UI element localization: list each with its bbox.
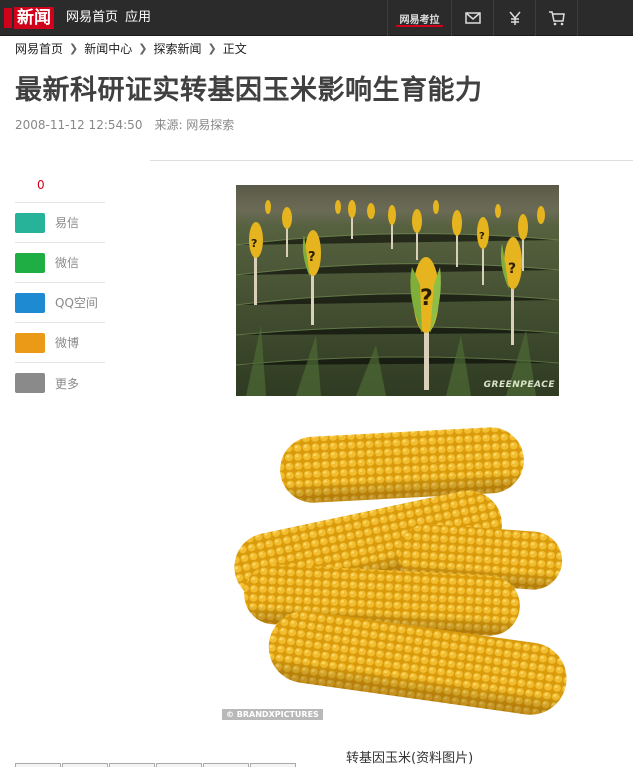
- svg-text:?: ?: [308, 250, 316, 265]
- publish-date: 2008-11-12 12:54:50: [15, 118, 143, 132]
- nav-home-link[interactable]: 网易首页: [66, 10, 118, 26]
- content-divider: [150, 160, 633, 161]
- top-right-menu: 网易考拉: [387, 0, 633, 36]
- svg-text:?: ?: [479, 231, 485, 242]
- yixin-icon: [15, 212, 45, 233]
- kaola-link[interactable]: 网易考拉: [387, 0, 451, 36]
- share-qzone[interactable]: QQ空间: [15, 283, 105, 323]
- chevron-right-icon: ❯: [207, 41, 217, 55]
- article-meta: 2008-11-12 12:54:50 来源: 网易探索: [15, 117, 234, 133]
- wechat-icon: [15, 252, 45, 273]
- share-count: 0: [15, 168, 105, 203]
- share-label: 易信: [55, 216, 80, 230]
- breadcrumb-home[interactable]: 网易首页: [15, 40, 63, 57]
- more-icon: [15, 373, 45, 393]
- weibo-icon: [15, 332, 45, 353]
- corn-field-photo: ? ? ? ? ? GREENPEACE: [236, 185, 559, 396]
- top-nav-bar: 新闻 网易首页 应用 网易考拉: [0, 0, 633, 36]
- share-sidebar: 0 易信 微信 QQ空间 微博 更多: [15, 168, 105, 403]
- bottom-tab[interactable]: [203, 763, 249, 767]
- bottom-tab[interactable]: [15, 763, 61, 767]
- share-label: 微信: [55, 256, 80, 270]
- bottom-tab-strip: [15, 763, 633, 767]
- cart-icon[interactable]: [535, 0, 577, 36]
- article-source[interactable]: 来源: 网易探索: [154, 117, 234, 133]
- share-label: 更多: [55, 376, 80, 391]
- breadcrumb-news-center[interactable]: 新闻中心: [84, 40, 132, 57]
- corn-cobs-photo: © BRANDXPICTURES: [222, 420, 570, 725]
- bottom-tab[interactable]: [109, 763, 155, 767]
- breadcrumb: 网易首页 ❯ 新闻中心 ❯ 探索新闻 ❯ 正文: [15, 39, 247, 57]
- chevron-right-icon: ❯: [69, 41, 79, 55]
- nav-apps-link[interactable]: 应用: [125, 10, 151, 26]
- svg-text:?: ?: [251, 237, 257, 250]
- top-user-slot[interactable]: [577, 0, 633, 36]
- share-yixin[interactable]: 易信: [15, 203, 105, 243]
- logo-text: 新闻: [14, 7, 54, 29]
- bottom-tab[interactable]: [62, 763, 108, 767]
- breadcrumb-explore-news[interactable]: 探索新闻: [153, 40, 201, 57]
- share-more[interactable]: 更多: [15, 363, 105, 403]
- brandx-watermark: © BRANDXPICTURES: [222, 709, 323, 720]
- svg-text:?: ?: [508, 261, 516, 277]
- bottom-tab[interactable]: [156, 763, 202, 767]
- breadcrumb-current: 正文: [222, 41, 247, 56]
- qzone-icon: [15, 292, 45, 313]
- greenpeace-watermark: GREENPEACE: [483, 380, 555, 390]
- netease-news-logo[interactable]: 新闻: [0, 7, 60, 29]
- share-label: 微博: [55, 336, 80, 350]
- share-label: QQ空间: [55, 296, 98, 310]
- chevron-right-icon: ❯: [138, 41, 148, 55]
- mail-icon[interactable]: [451, 0, 493, 36]
- svg-text:?: ?: [420, 286, 433, 311]
- share-weibo[interactable]: 微博: [15, 323, 105, 363]
- article-title: 最新科研证实转基因玉米影响生育能力: [15, 75, 483, 106]
- yen-icon[interactable]: [493, 0, 535, 36]
- logo-mark: [4, 8, 12, 28]
- share-wechat[interactable]: 微信: [15, 243, 105, 283]
- bottom-tab[interactable]: [250, 763, 296, 767]
